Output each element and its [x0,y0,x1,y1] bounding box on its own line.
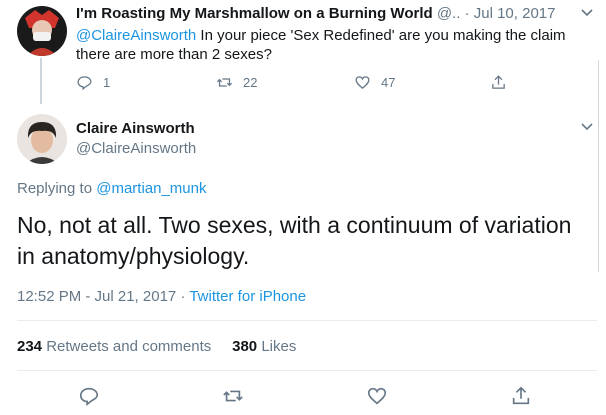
retweets-label: Retweets and comments [46,338,212,355]
tweet-time[interactable]: 12:52 PM - Jul 21, 2017 [17,288,176,305]
stats-row: 234 Retweets and comments 380 Likes [17,338,296,355]
reply-text-line1: In your piece 'Sex Redefined' are you ma… [196,27,566,44]
retweet-count: 22 [243,75,258,90]
retweet-icon [223,390,243,402]
replying-to-label: Replying to [17,180,97,197]
like-count: 47 [381,75,396,90]
retweet-icon [216,78,233,87]
handle[interactable]: @.. [437,5,461,22]
tweet-text: No, not at all. Two sexes, with a contin… [17,212,572,269]
avatar[interactable] [17,114,67,164]
share-button[interactable] [490,74,507,91]
separator: · [180,288,186,305]
reply-icon [77,76,92,91]
replying-to-handle[interactable]: @martian_munk [96,180,206,197]
like-icon [367,387,387,405]
likes-count: 380 [232,338,258,355]
reply-tweet-text: @ClaireAinsworth In your piece 'Sex Rede… [76,26,586,64]
tweet-date[interactable]: Jul 10, 2017 [474,5,556,22]
like-icon [355,76,370,89]
likes-label: Likes [261,338,297,355]
separator: · [464,5,470,22]
divider [17,370,597,371]
share-button[interactable] [510,385,532,407]
like-button[interactable] [366,385,388,407]
divider [17,320,597,321]
reply-text-line2: there are more than 2 sexes? [76,46,272,63]
retweet-button[interactable] [222,385,244,407]
thread-line [40,58,42,104]
mention-link[interactable]: @ClaireAinsworth [76,27,196,44]
timestamp-row: 12:52 PM - Jul 21, 2017 · Twitter for iP… [17,288,306,305]
avatar[interactable] [17,6,67,56]
reply-button[interactable]: 1 [76,74,110,91]
chevron-down-icon[interactable] [580,120,594,134]
share-icon [492,75,505,89]
handle[interactable]: @ClaireAinsworth [76,140,196,157]
likes-stat[interactable]: 380 Likes [232,338,296,355]
reply-button[interactable] [78,385,100,407]
reply-icon [79,387,99,406]
share-icon [512,386,530,405]
display-name[interactable]: I'm Roasting My Marshmallow on a Burning… [76,5,433,22]
display-name[interactable]: Claire Ainsworth [76,120,195,137]
retweet-button[interactable]: 22 [216,74,257,91]
reply-count: 1 [103,75,111,90]
replying-to: Replying to @martian_munk [17,180,207,197]
reply-tweet[interactable]: I'm Roasting My Marshmallow on a Burning… [0,0,600,104]
source-link[interactable]: Twitter for iPhone [189,288,306,305]
retweets-count: 234 [17,338,43,355]
like-button[interactable]: 47 [354,74,395,91]
retweets-stat[interactable]: 234 Retweets and comments [17,338,211,355]
chevron-down-icon[interactable] [580,6,594,20]
reply-header: I'm Roasting My Marshmallow on a Burning… [76,5,555,23]
